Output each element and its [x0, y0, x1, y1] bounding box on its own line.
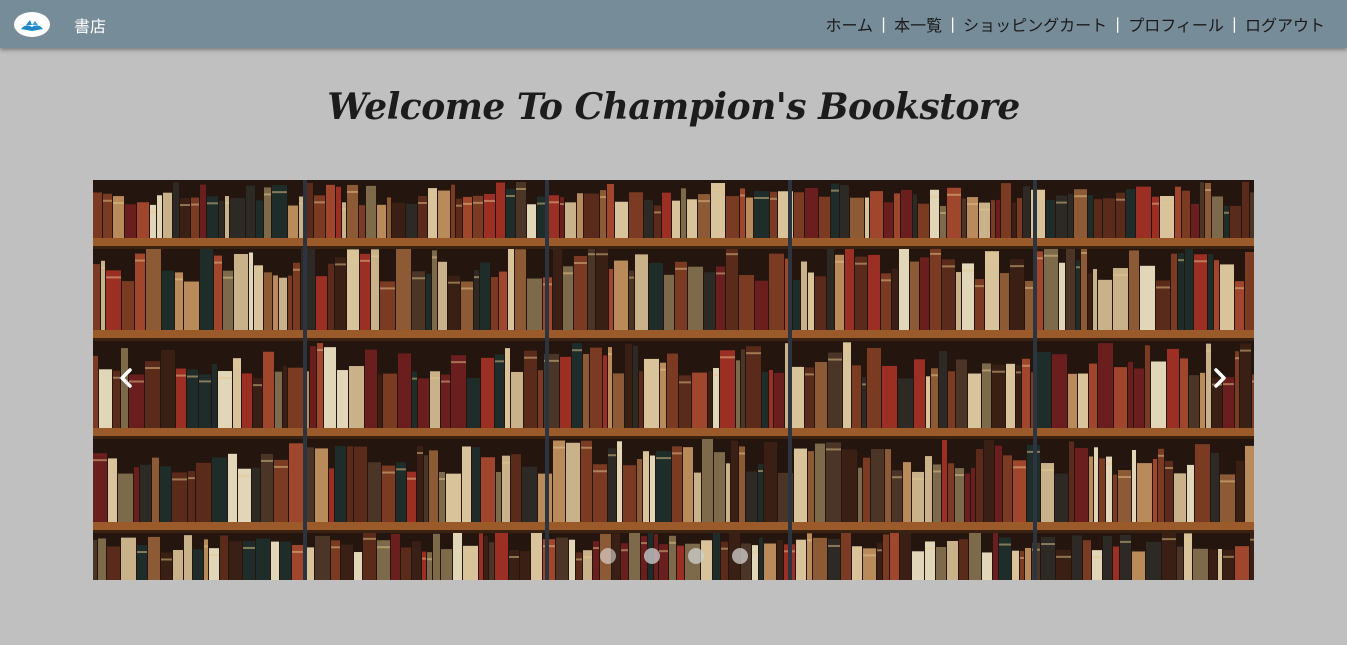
logo-icon[interactable] [14, 12, 50, 37]
nav-link-logout[interactable]: ログアウト [1245, 12, 1325, 36]
nav-link-books[interactable]: 本一覧 [894, 12, 942, 36]
carousel-next-button[interactable] [1200, 358, 1240, 398]
chevron-left-icon [120, 368, 132, 388]
carousel-indicator-3[interactable] [687, 548, 704, 564]
nav-separator: | [950, 15, 956, 33]
nav-separator: | [1115, 15, 1121, 33]
nav-separator: | [881, 15, 887, 33]
nav-links: ホーム | 本一覧 | ショッピングカート | プロフィール | ログアウト [825, 12, 1325, 36]
nav-link-home[interactable]: ホーム [825, 12, 873, 36]
nav-link-cart[interactable]: ショッピングカート [963, 12, 1107, 36]
top-navbar: 書店 ホーム | 本一覧 | ショッピングカート | プロフィール | ログアウ… [0, 0, 1347, 48]
nav-link-profile[interactable]: プロフィール [1128, 12, 1224, 36]
bookshelf-carousel[interactable] [93, 180, 1254, 580]
carousel-indicator-1[interactable] [599, 548, 616, 564]
carousel-indicators [93, 548, 1254, 564]
bookshelf-image [93, 180, 1254, 580]
carousel-prev-button[interactable] [106, 358, 146, 398]
nav-separator: | [1231, 15, 1237, 33]
carousel-indicator-2[interactable] [643, 548, 660, 564]
brand-title[interactable]: 書店 [74, 13, 106, 37]
chevron-right-icon [1214, 368, 1226, 388]
carousel-indicator-4[interactable] [731, 548, 748, 564]
page-title: Welcome To Champion's Bookstore [327, 86, 1020, 128]
